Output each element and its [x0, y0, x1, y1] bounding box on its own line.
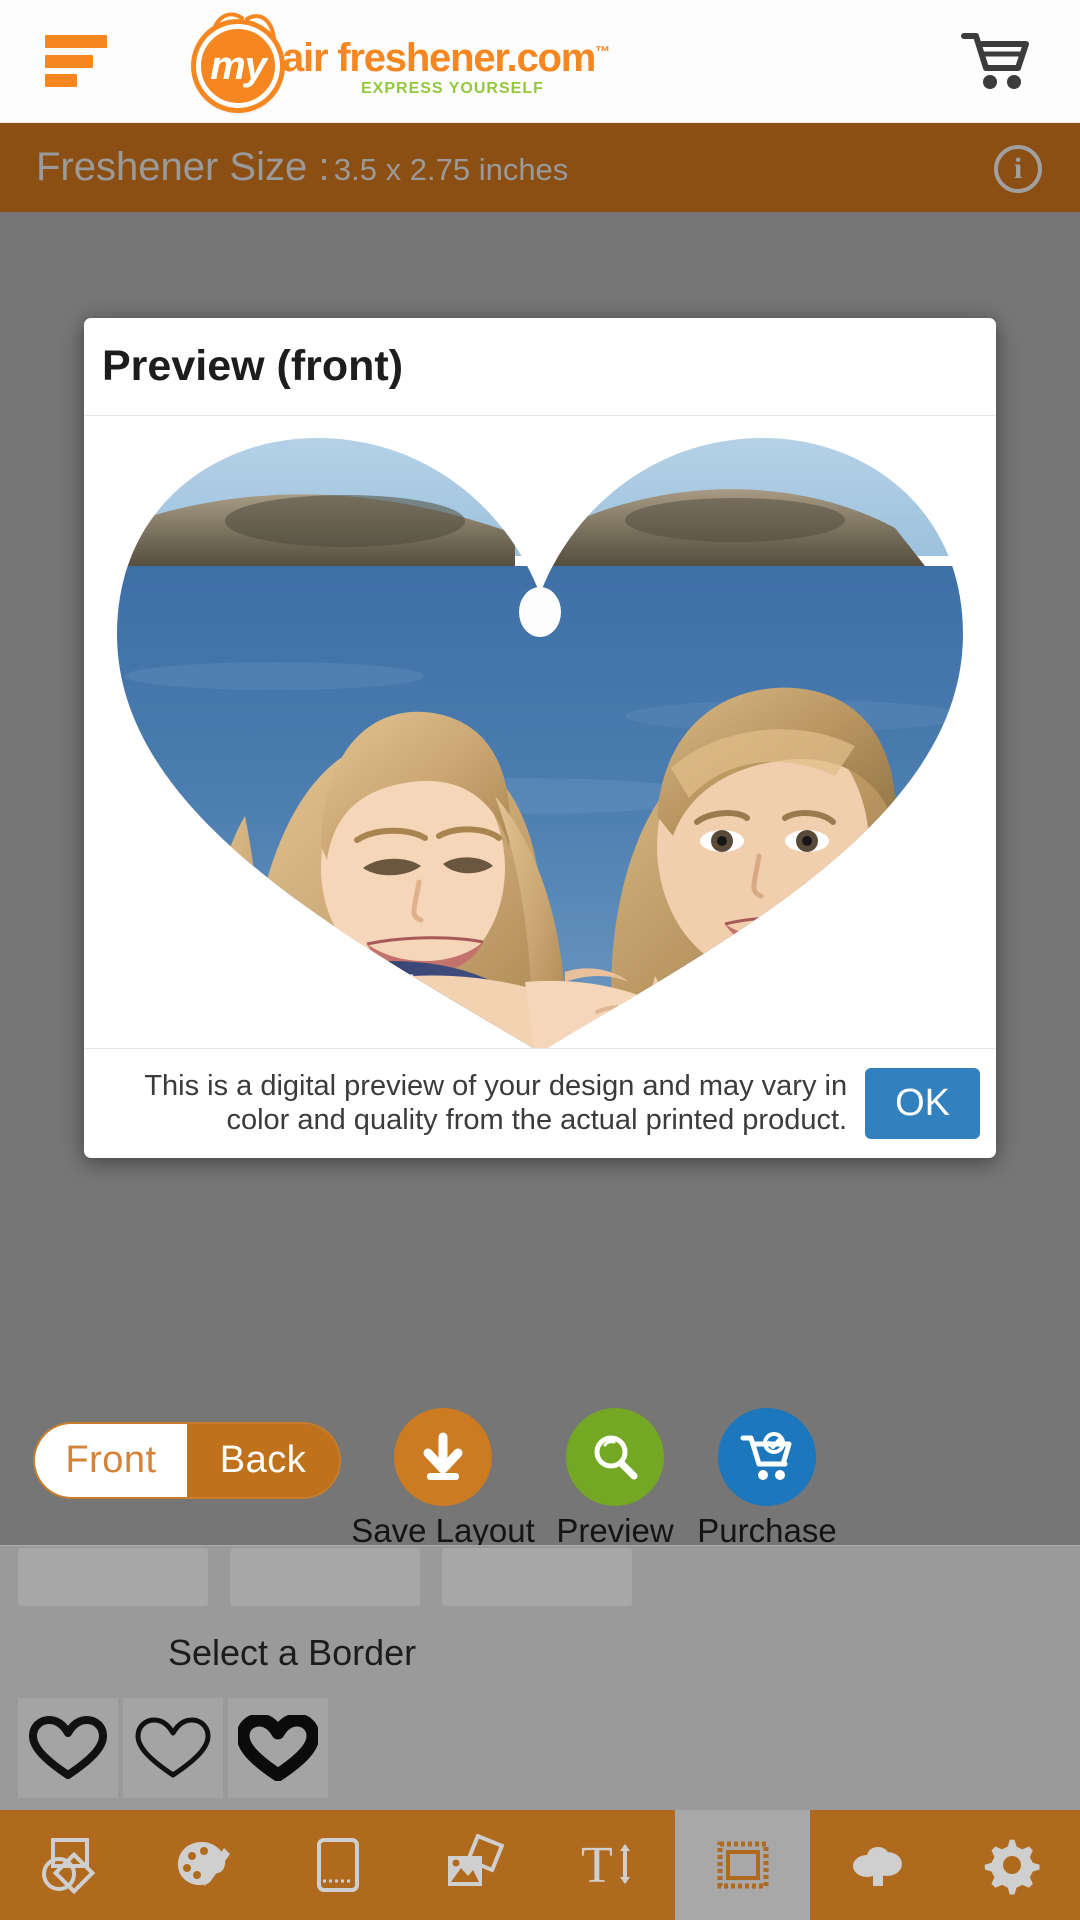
nav-upload[interactable]: [810, 1810, 945, 1920]
size-label: Freshener Size :: [36, 145, 330, 189]
border-swatch-list: [18, 1698, 328, 1798]
info-circle-icon[interactable]: i: [994, 145, 1042, 193]
panel-ghost-tabs: [18, 1548, 1062, 1610]
hamburger-bar: [45, 74, 77, 87]
text-size-icon: T: [581, 1837, 630, 1894]
download-icon: [394, 1408, 492, 1506]
front-back-toggle[interactable]: Front Back: [33, 1422, 341, 1499]
purchase-button[interactable]: Purchase: [672, 1408, 862, 1550]
ghost-tab: [442, 1548, 632, 1606]
nav-colors[interactable]: [135, 1810, 270, 1920]
cart-check-icon: [718, 1408, 816, 1506]
hamburger-bar: [45, 35, 107, 48]
images-icon: [447, 1834, 504, 1886]
hamburger-bar: [45, 54, 93, 68]
border-panel-title: Select a Border: [168, 1632, 417, 1673]
preview-photo-content: [117, 438, 963, 1048]
nav-template[interactable]: [270, 1810, 405, 1920]
shopping-cart-icon[interactable]: [960, 30, 1032, 90]
border-icon: [717, 1841, 768, 1889]
heart-border-thin-icon: [29, 1716, 107, 1779]
save-layout-button[interactable]: Save Layout: [348, 1408, 538, 1550]
border-swatch-medium[interactable]: [123, 1698, 223, 1798]
size-value: 3.5 x 2.75 inches: [333, 152, 569, 187]
cloud-upload-icon: [852, 1847, 902, 1886]
ghost-tab: [230, 1548, 420, 1606]
nav-images[interactable]: [405, 1810, 540, 1920]
ok-button[interactable]: OK: [865, 1068, 980, 1139]
info-glyph: i: [1013, 152, 1023, 185]
app-root: my air freshener.com™ EXPRESS YOURSELF F…: [0, 0, 1080, 1920]
heart-border-medium-icon: [135, 1717, 211, 1778]
size-text: Freshener Size : 3.5 x 2.75 inches: [36, 145, 568, 190]
svg-text:T: T: [581, 1837, 613, 1894]
logo-badge-text: my: [210, 44, 267, 88]
border-panel: Select a Border: [0, 1545, 1080, 1810]
bottom-navigation: T: [0, 1810, 1080, 1920]
modal-body: [84, 416, 996, 1048]
settings-gear-icon: [984, 1839, 1040, 1895]
shapes-icon: [41, 1838, 95, 1895]
action-toolbar: Front Back Save Layout Preview Purchase: [0, 1400, 1080, 1549]
border-swatch-thin[interactable]: [18, 1698, 118, 1798]
nav-text[interactable]: T: [540, 1810, 675, 1920]
nav-shapes[interactable]: [0, 1810, 135, 1920]
freshener-size-bar: Freshener Size : 3.5 x 2.75 inches i: [0, 123, 1080, 212]
nav-border[interactable]: [675, 1810, 810, 1920]
modal-header: Preview (front): [84, 318, 996, 416]
hanging-hole: [519, 587, 561, 637]
border-swatch-thick[interactable]: [228, 1698, 328, 1798]
modal-title: Preview (front): [102, 342, 404, 390]
heart-photo-preview: [117, 438, 963, 1048]
logo-badge: my: [196, 24, 280, 108]
logo-trademark: ™: [595, 43, 610, 61]
toggle-back[interactable]: Back: [187, 1424, 339, 1497]
toggle-front[interactable]: Front: [35, 1424, 187, 1497]
site-logo[interactable]: my air freshener.com™ EXPRESS YOURSELF: [196, 6, 610, 116]
preview-modal: Preview (front) This is a digital previe…: [84, 318, 996, 1158]
nav-settings[interactable]: [945, 1810, 1080, 1920]
modal-footer: This is a digital preview of your design…: [84, 1048, 996, 1158]
logo-wordmark: air freshener.com™: [282, 36, 610, 81]
magnifier-icon: [566, 1408, 664, 1506]
ghost-tab: [18, 1548, 208, 1606]
template-icon: [316, 1838, 359, 1892]
hamburger-menu-icon[interactable]: [45, 35, 107, 87]
heart-border-thick-icon: [238, 1715, 318, 1781]
app-header: my air freshener.com™ EXPRESS YOURSELF: [0, 0, 1080, 123]
preview-disclaimer: This is a digital preview of your design…: [144, 1069, 848, 1136]
logo-tagline: EXPRESS YOURSELF: [361, 80, 544, 97]
palette-icon: [177, 1842, 230, 1886]
logo-main-text: air freshener.com: [282, 36, 596, 80]
